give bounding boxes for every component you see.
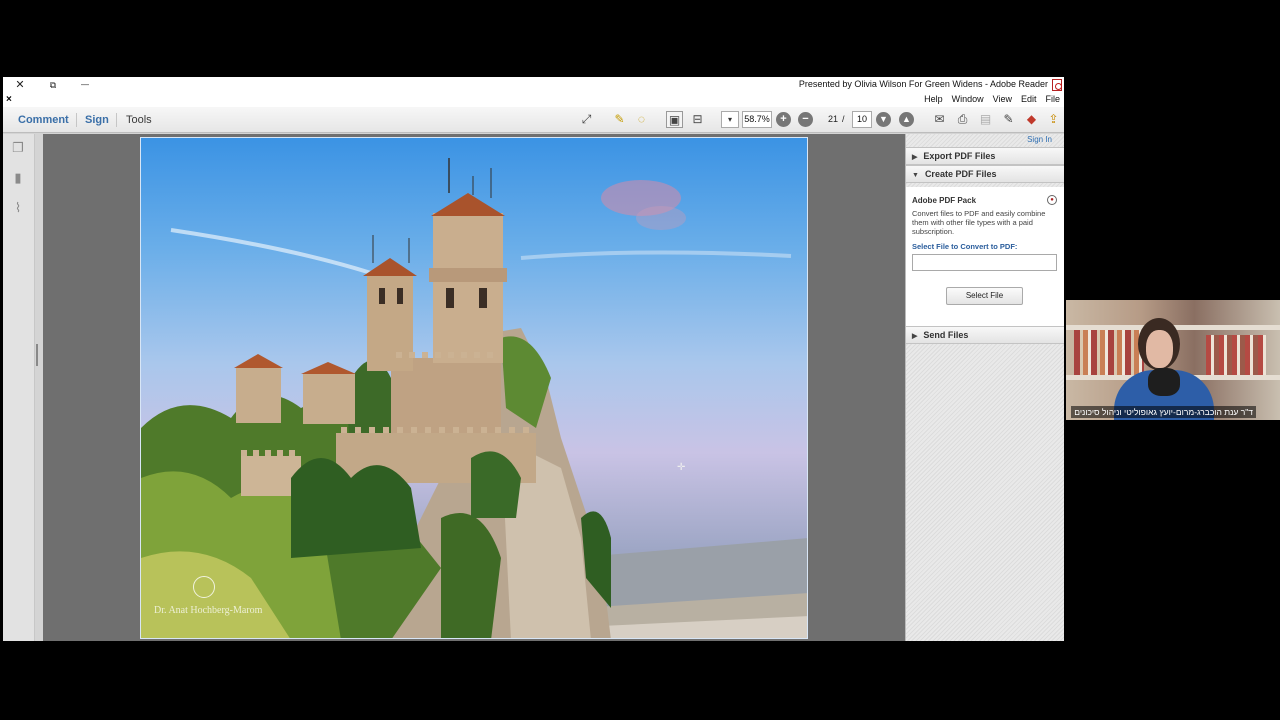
export-pdf-label: Export PDF Files (923, 151, 996, 161)
restore-window-icon[interactable]: ⧉ (46, 78, 60, 92)
select-file-button[interactable]: Select File (946, 287, 1023, 305)
menu-items: Help Window View Edit File (924, 94, 1060, 104)
webcam-tile: ד"ר ענת הוכברג-מרום-יועץ גאופוליטי וניהו… (1066, 300, 1280, 420)
send-files-label: Send Files (923, 330, 969, 340)
close-document-icon[interactable]: × (6, 93, 12, 106)
page-count[interactable]: 10 (852, 111, 872, 128)
castle-photo (141, 158, 807, 638)
window-title: Presented by Olivia Wilson For Green Wid… (798, 79, 1048, 89)
books (1074, 330, 1144, 375)
print-icon[interactable]: ⎙ (954, 111, 971, 128)
collapsed-arrow-icon: ▶ (912, 333, 918, 340)
export-pdf-section[interactable]: ▶ Export PDF Files (906, 147, 1064, 165)
title-bar: ✕ ⧉ — Presented by Olivia Wilson For Gre… (3, 77, 1064, 93)
zoom-out-icon[interactable]: − (798, 112, 813, 127)
zoom-input[interactable]: 58.7% (742, 111, 772, 128)
pdf-pack-title: Adobe PDF Pack (912, 196, 977, 205)
books (1206, 335, 1266, 375)
toolbar: Comment Sign Tools ⤢ ✎ ◌ ▣ ⊟ ▾ 58.7% + −… (3, 107, 1064, 133)
create-pdf-icon[interactable]: ◆ (1023, 111, 1040, 128)
close-window-icon[interactable]: ✕ (13, 78, 27, 92)
divider (76, 113, 77, 127)
zoom-dropdown[interactable]: ▾ (721, 111, 739, 128)
comment-bubble-icon[interactable]: ◌ (633, 111, 650, 128)
save-icon[interactable]: ▤ (977, 111, 994, 128)
expanded-arrow-icon: ▼ (912, 172, 919, 179)
participant-scarf (1148, 368, 1180, 396)
tools-pane: Sign In ▶ Export PDF Files ▼ Create PDF Fi… (905, 134, 1064, 641)
divider (116, 113, 117, 127)
document-view[interactable]: Dr. Anat Hochberg-Marom ✛ (43, 134, 905, 641)
menu-edit[interactable]: Edit (1021, 94, 1037, 104)
participant-face (1146, 330, 1173, 368)
scroll-mode-icon[interactable]: ⊟ (689, 111, 706, 128)
fit-page-icon[interactable]: ▣ (666, 111, 683, 128)
watermark-logo-icon (193, 576, 215, 598)
participant-name-label: ד"ר ענת הוכברג-מרום-יועץ גאופוליטי וניהו… (1071, 406, 1256, 418)
expand-icon[interactable]: ⤢ (578, 111, 595, 128)
file-path-input[interactable] (912, 254, 1057, 271)
navigation-pane: ❐ ▮ ⌇ (3, 134, 38, 641)
watermark-text: Dr. Anat Hochberg-Marom (154, 605, 263, 616)
page-thumbnails-icon[interactable]: ❐ (11, 140, 25, 156)
pdf-page: Dr. Anat Hochberg-Marom ✛ (140, 137, 808, 639)
sticky-note-icon[interactable]: ✎ (611, 111, 628, 128)
pane-resize-handle[interactable] (36, 344, 38, 366)
tools-button[interactable]: Tools (126, 114, 152, 126)
cursor-icon: ✛ (677, 462, 686, 473)
next-page-icon[interactable]: ▼ (876, 112, 891, 127)
menu-help[interactable]: Help (924, 94, 943, 104)
adobe-reader-window: ✕ ⧉ — Presented by Olivia Wilson For Gre… (3, 77, 1064, 641)
collapsed-arrow-icon: ▶ (912, 154, 918, 161)
pdf-pack-icon[interactable]: ● (1047, 195, 1057, 205)
attachments-icon[interactable]: ⌇ (11, 200, 25, 216)
current-page[interactable]: 21 (828, 114, 838, 124)
menu-window[interactable]: Window (952, 94, 984, 104)
select-file-label[interactable]: Select File to Convert to PDF: (912, 242, 1017, 251)
edit-document-icon[interactable]: ✎ (1000, 111, 1017, 128)
sign-in-link[interactable]: Sign In (1027, 135, 1052, 144)
menu-file[interactable]: File (1045, 94, 1060, 104)
create-pdf-label: Create PDF Files (924, 169, 997, 179)
sign-button[interactable]: Sign (85, 114, 109, 126)
create-pdf-section[interactable]: ▼ Create PDF Files (906, 165, 1064, 183)
email-icon[interactable]: ✉ (931, 111, 948, 128)
previous-page-icon[interactable]: ▲ (899, 112, 914, 127)
create-pdf-body: Adobe PDF Pack ● Convert files to PDF an… (906, 187, 1064, 329)
zoom-in-icon[interactable]: + (776, 112, 791, 127)
send-files-section[interactable]: ▶ Send Files (906, 326, 1064, 344)
export-pdf-icon[interactable]: ⇪ (1045, 111, 1062, 128)
pdf-pack-description: Convert files to PDF and easily combine … (912, 209, 1046, 236)
page-separator: / (842, 114, 845, 124)
menu-bar: × Help Window View Edit File (3, 93, 1064, 107)
adobe-pdf-icon (1052, 79, 1062, 91)
minimize-window-icon[interactable]: — (78, 78, 92, 92)
bookmarks-icon[interactable]: ▮ (11, 170, 25, 186)
comment-button[interactable]: Comment (18, 114, 69, 126)
menu-view[interactable]: View (993, 94, 1012, 104)
